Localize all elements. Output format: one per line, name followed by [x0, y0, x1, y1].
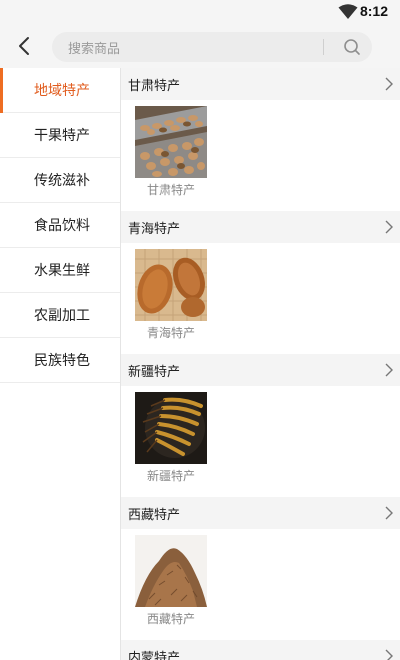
sidebar-item-ethnic[interactable]: 民族特色 [0, 338, 120, 383]
chevron-right-icon [385, 220, 393, 234]
section-header-xinjiang[interactable]: 新疆特产 [121, 354, 400, 386]
header: 搜索商品 [0, 24, 400, 68]
back-arrow-icon[interactable] [8, 30, 40, 62]
section-title: 内蒙特产 [128, 650, 181, 660]
product-card[interactable]: 甘肃特产 [135, 106, 207, 198]
section-title: 青海特产 [128, 221, 181, 237]
search-divider [323, 39, 324, 55]
search-placeholder: 搜索商品 [68, 42, 121, 57]
section-body: 甘肃特产 [121, 100, 400, 211]
product-card[interactable]: 新疆特产 [135, 392, 207, 484]
product-label: 青海特产 [146, 326, 195, 340]
section-header-gansu[interactable]: 甘肃特产 [121, 68, 400, 100]
section-header-inner-mongolia[interactable]: 内蒙特产 [121, 640, 400, 660]
sidebar-item-food-drink[interactable]: 食品饮料 [0, 203, 120, 248]
sidebar-item-label: 传统滋补 [34, 173, 90, 189]
sidebar-item-label: 水果生鲜 [34, 263, 90, 279]
sidebar-item-regional[interactable]: 地域特产 [0, 68, 120, 113]
saffron-photo-icon [135, 535, 207, 607]
category-sidebar: 地域特产 干果特产 传统滋补 食品饮料 水果生鲜 农副加工 民族特色 [0, 68, 121, 660]
nuts-photo-icon [135, 106, 207, 178]
section-title: 新疆特产 [128, 364, 181, 380]
section-body: 西藏特产 [121, 529, 400, 640]
cordyceps-photo-icon [135, 392, 207, 464]
sidebar-item-dried-fruit[interactable]: 干果特产 [0, 113, 120, 158]
search-input[interactable]: 搜索商品 [52, 32, 372, 62]
almonds-photo-icon [135, 249, 207, 321]
sidebar-item-label: 民族特色 [34, 353, 90, 369]
product-list: 甘肃特产 甘肃特产 青海特产 青海特产 新疆特产 新疆特产 西藏特产 西藏特产 … [121, 68, 400, 660]
chevron-right-icon [385, 77, 393, 91]
status-bar: 8:12 [0, 0, 400, 24]
section-title: 西藏特产 [128, 507, 181, 523]
section-body: 青海特产 [121, 243, 400, 354]
section-header-qinghai[interactable]: 青海特产 [121, 211, 400, 243]
product-card[interactable]: 西藏特产 [135, 535, 207, 627]
product-card[interactable]: 青海特产 [135, 249, 207, 341]
status-time: 8:12 [359, 3, 388, 19]
sidebar-item-tonics[interactable]: 传统滋补 [0, 158, 120, 203]
sidebar-item-label: 食品饮料 [34, 218, 90, 234]
sidebar-item-fresh-fruit[interactable]: 水果生鲜 [0, 248, 120, 293]
wifi-icon [338, 4, 358, 19]
product-label: 西藏特产 [146, 612, 195, 626]
chevron-right-icon [385, 363, 393, 377]
search-icon[interactable] [342, 37, 362, 57]
product-label: 甘肃特产 [146, 183, 195, 197]
section-title: 甘肃特产 [128, 78, 181, 94]
sidebar-item-label: 农副加工 [34, 308, 90, 324]
sidebar-item-label: 干果特产 [34, 128, 90, 144]
chevron-right-icon [385, 649, 393, 660]
section-header-tibet[interactable]: 西藏特产 [121, 497, 400, 529]
chevron-right-icon [385, 506, 393, 520]
product-label: 新疆特产 [146, 469, 195, 483]
sidebar-item-label: 地域特产 [34, 83, 90, 99]
section-body: 新疆特产 [121, 386, 400, 497]
sidebar-item-processed[interactable]: 农副加工 [0, 293, 120, 338]
